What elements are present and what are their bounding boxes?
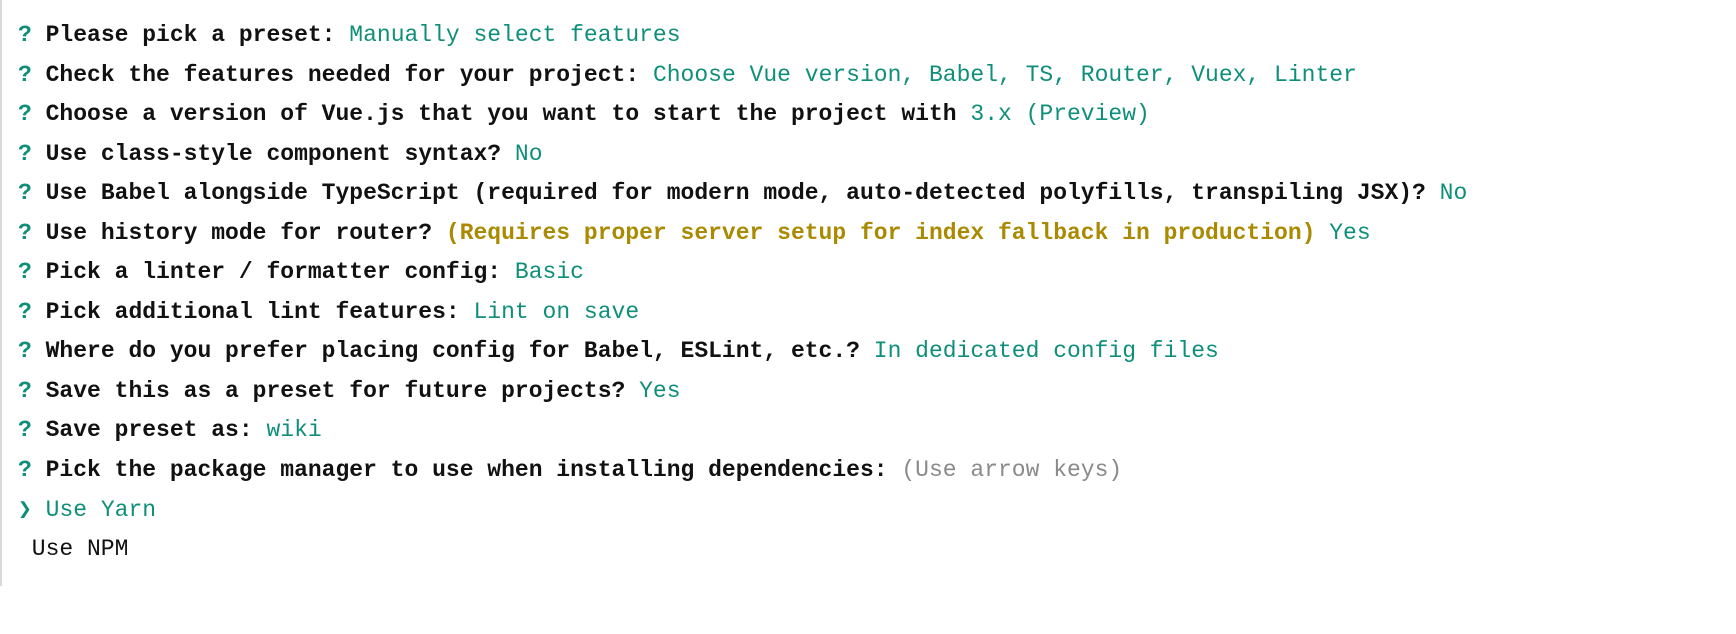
prompt-answer: Basic xyxy=(515,259,584,285)
prompt-answer: 3.x (Preview) xyxy=(970,101,1149,127)
question-mark-icon: ? xyxy=(18,457,32,483)
active-prompt-line: ? Pick the package manager to use when i… xyxy=(10,451,1728,491)
prompt-hint: (Use arrow keys) xyxy=(901,457,1122,483)
cursor-icon: ❯ xyxy=(18,497,32,523)
question-mark-icon: ? xyxy=(18,378,32,404)
prompt-answer: Yes xyxy=(1329,220,1370,246)
option-label: Use Yarn xyxy=(46,497,156,523)
prompt-answer: Manually select features xyxy=(349,22,680,48)
prompt-line: ? Save this as a preset for future proje… xyxy=(10,372,1728,412)
prompt-question: Pick a linter / formatter config: xyxy=(46,259,515,285)
prompt-line: ? Pick a linter / formatter config: Basi… xyxy=(10,253,1728,293)
question-mark-icon: ? xyxy=(18,141,32,167)
prompt-answer: Choose Vue version, Babel, TS, Router, V… xyxy=(653,62,1357,88)
prompt-answer: In dedicated config files xyxy=(874,338,1219,364)
prompt-line: ? Where do you prefer placing config for… xyxy=(10,332,1728,372)
question-mark-icon: ? xyxy=(18,338,32,364)
prompt-question: Pick additional lint features: xyxy=(46,299,474,325)
prompt-line: ? Use Babel alongside TypeScript (requir… xyxy=(10,174,1728,214)
prompt-question: Pick the package manager to use when ins… xyxy=(46,457,902,483)
prompt-note: (Requires proper server setup for index … xyxy=(446,220,1329,246)
prompt-line: ? Please pick a preset: Manually select … xyxy=(10,16,1728,56)
prompt-question: Please pick a preset: xyxy=(46,22,350,48)
question-mark-icon: ? xyxy=(18,62,32,88)
option-line-selected[interactable]: ❯ Use Yarn xyxy=(10,491,1728,531)
prompt-question: Use history mode for router? xyxy=(46,220,446,246)
prompt-answer: No xyxy=(515,141,543,167)
question-mark-icon: ? xyxy=(18,259,32,285)
prompt-answer: No xyxy=(1440,180,1468,206)
prompt-answer: Lint on save xyxy=(474,299,640,325)
question-mark-icon: ? xyxy=(18,299,32,325)
terminal-output: ? Please pick a preset: Manually select … xyxy=(10,16,1728,570)
prompt-line: ? Save preset as: wiki xyxy=(10,411,1728,451)
question-mark-icon: ? xyxy=(18,220,32,246)
option-label: Use NPM xyxy=(18,536,128,562)
prompt-line: ? Choose a version of Vue.js that you wa… xyxy=(10,95,1728,135)
prompt-line: ? Pick additional lint features: Lint on… xyxy=(10,293,1728,333)
prompt-question: Save preset as: xyxy=(46,417,267,443)
prompt-question: Use Babel alongside TypeScript (required… xyxy=(46,180,1440,206)
option-line[interactable]: Use NPM xyxy=(10,530,1728,570)
prompt-line: ? Use history mode for router? (Requires… xyxy=(10,214,1728,254)
question-mark-icon: ? xyxy=(18,22,32,48)
prompt-answer: Yes xyxy=(639,378,680,404)
prompt-question: Use class-style component syntax? xyxy=(46,141,515,167)
prompt-question: Check the features needed for your proje… xyxy=(46,62,653,88)
question-mark-icon: ? xyxy=(18,101,32,127)
question-mark-icon: ? xyxy=(18,180,32,206)
prompt-question: Where do you prefer placing config for B… xyxy=(46,338,874,364)
prompt-line: ? Check the features needed for your pro… xyxy=(10,56,1728,96)
prompt-answer: wiki xyxy=(266,417,321,443)
prompt-line: ? Use class-style component syntax? No xyxy=(10,135,1728,175)
question-mark-icon: ? xyxy=(18,417,32,443)
prompt-question: Save this as a preset for future project… xyxy=(46,378,640,404)
prompt-question: Choose a version of Vue.js that you want… xyxy=(46,101,971,127)
